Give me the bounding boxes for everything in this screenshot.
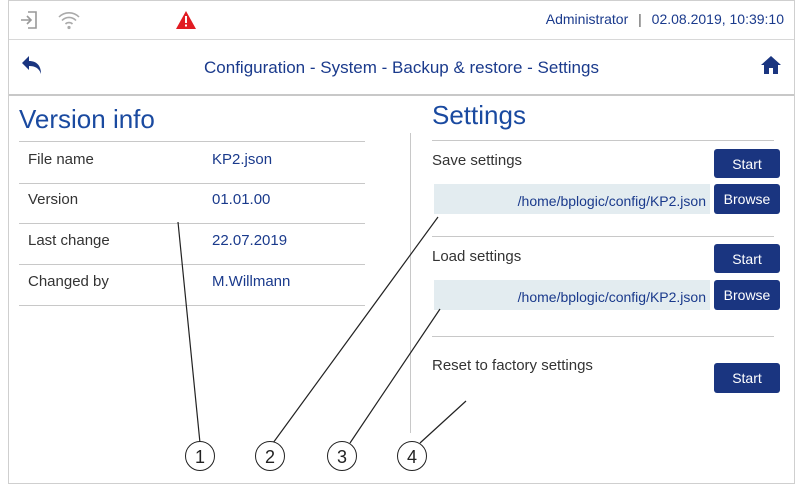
nav-bar: Configuration - System - Backup & restor… <box>9 40 794 96</box>
status-bar: Administrator | 02.08.2019, 10:39:10 <box>9 1 794 40</box>
info-label: Changed by <box>28 273 109 290</box>
wifi-icon <box>57 9 81 36</box>
reset-settings-label: Reset to factory settings <box>432 357 593 374</box>
callout-2: 2 <box>255 441 285 471</box>
save-settings-label: Save settings <box>432 152 523 169</box>
settings-separator <box>432 236 774 237</box>
callout-4: 4 <box>397 441 427 471</box>
login-icon[interactable] <box>19 9 41 36</box>
warning-icon[interactable] <box>175 10 197 35</box>
info-label: Version <box>28 191 79 208</box>
status-separator: | <box>638 11 642 27</box>
settings-title: Settings <box>432 100 526 130</box>
load-settings-label: Load settings <box>432 248 522 265</box>
info-value: 01.01.00 <box>212 191 271 208</box>
save-browse-button[interactable]: Browse <box>714 184 780 214</box>
home-icon[interactable] <box>760 54 782 81</box>
info-value: M.Willmann <box>212 273 291 290</box>
reset-start-button[interactable]: Start <box>714 363 780 393</box>
save-start-button[interactable]: Start <box>714 149 780 178</box>
info-value: 22.07.2019 <box>212 232 288 249</box>
load-path-field[interactable]: /home/bplogic/config/KP2.json <box>434 280 710 310</box>
callout-1: 1 <box>185 441 215 471</box>
settings-separator <box>432 336 774 337</box>
info-row-last-change: Last change 22.07.2019 <box>19 224 365 265</box>
panel-divider <box>410 133 411 433</box>
user-name: Administrator <box>545 11 629 27</box>
info-label: File name <box>28 151 94 168</box>
datetime: 02.08.2019, 10:39:10 <box>651 11 784 27</box>
load-start-button[interactable]: Start <box>714 244 780 273</box>
version-info-rule <box>19 141 365 142</box>
status-info: Administrator | 02.08.2019, 10:39:10 <box>546 11 784 27</box>
info-row-file-name: File name KP2.json <box>19 143 365 184</box>
page-title: Configuration - System - Backup & restor… <box>204 58 599 77</box>
info-label: Last change <box>28 232 110 249</box>
info-row-version: Version 01.01.00 <box>19 183 365 224</box>
save-path-field[interactable]: /home/bplogic/config/KP2.json <box>434 184 710 214</box>
version-info-title: Version info <box>19 104 155 134</box>
load-browse-button[interactable]: Browse <box>714 280 780 310</box>
info-value: KP2.json <box>212 151 273 168</box>
settings-rule <box>432 140 774 141</box>
callout-3: 3 <box>327 441 357 471</box>
info-row-changed-by: Changed by M.Willmann <box>19 265 365 306</box>
